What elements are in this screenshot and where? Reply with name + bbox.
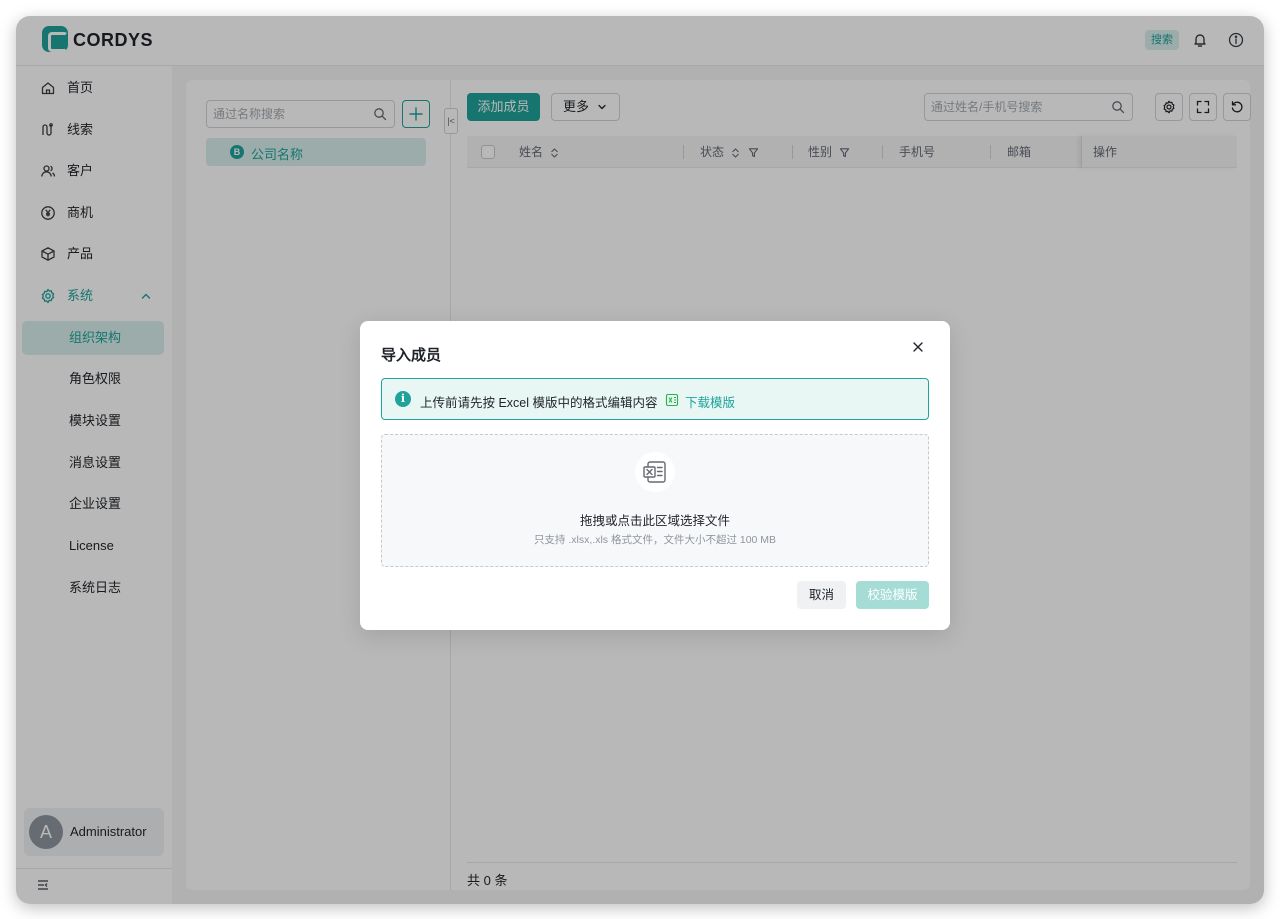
info-icon: i [395, 391, 411, 407]
import-members-dialog: 导入成员 i 上传前请先按 Excel 模版中的格式编辑内容 下载模版 拖拽或点… [360, 321, 950, 630]
drop-zone-title: 拖拽或点击此区域选择文件 [579, 514, 730, 528]
excel-file-icon [643, 461, 666, 483]
download-template-link[interactable]: 下载模版 [685, 392, 735, 411]
info-alert: i 上传前请先按 Excel 模版中的格式编辑内容 下载模版 [381, 378, 929, 420]
file-drop-zone[interactable]: 拖拽或点击此区域选择文件 只支持 .xlsx,.xls 格式文件，文件大小不超过… [381, 434, 929, 567]
drop-zone-hint: 只支持 .xlsx,.xls 格式文件，文件大小不超过 100 MB [533, 534, 777, 546]
cancel-button[interactable]: 取消 [797, 581, 846, 609]
app-window: CORDYS 搜索 首页 线索 客户 商机 产品 系统 组织架构 角色权限 模块… [16, 16, 1264, 904]
excel-icon [665, 393, 679, 407]
alert-text: 上传前请先按 Excel 模版中的格式编辑内容 [420, 396, 658, 410]
verify-template-button[interactable]: 校验模版 [856, 581, 929, 609]
dialog-title: 导入成员 [381, 347, 442, 364]
close-icon[interactable] [911, 340, 925, 354]
